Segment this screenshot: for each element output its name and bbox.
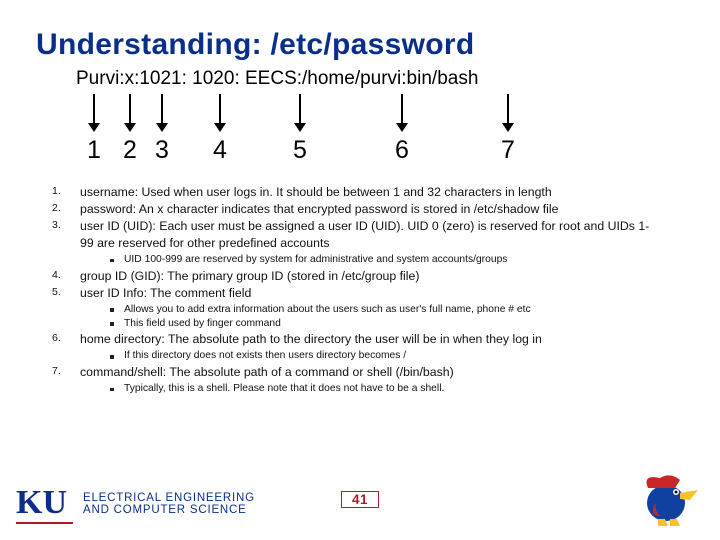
arrow-head xyxy=(214,123,226,132)
field-sublist: UID 100-999 are reserved by system for a… xyxy=(110,253,650,267)
arrow-head xyxy=(124,123,136,132)
field-arrow xyxy=(87,94,101,132)
field-item: command/shell: The absolute path of a co… xyxy=(52,364,650,396)
field-item-text: home directory: The absolute path to the… xyxy=(80,332,542,346)
field-item-text: user ID Info: The comment field xyxy=(80,286,251,300)
field-item: group ID (GID): The primary group ID (st… xyxy=(52,268,650,285)
field-subitem: UID 100-999 are reserved by system for a… xyxy=(110,253,650,267)
field-item: password: An x character indicates that … xyxy=(52,201,650,218)
field-item-text: user ID (UID): Each user must be assigne… xyxy=(80,219,649,250)
field-desc: : The comment field xyxy=(144,286,252,300)
field-number: 5 xyxy=(293,136,307,165)
field-number: 2 xyxy=(123,136,137,165)
arrow-shaft xyxy=(219,94,221,124)
footer: KU ELECTRICAL ENGINEERING AND COMPUTER S… xyxy=(0,468,720,534)
example-entry: Purvi:x:1021: 1020: EECS:/home/purvi:bin… xyxy=(76,68,478,90)
field-desc: : The absolute path of a command or shel… xyxy=(163,365,454,379)
field-item-text: password: An x character indicates that … xyxy=(80,202,558,216)
arrow-shaft xyxy=(299,94,301,124)
field-arrow xyxy=(123,94,137,132)
field-item-text: username: Used when user logs in. It sho… xyxy=(80,185,552,199)
field-list: username: Used when user logs in. It sho… xyxy=(52,184,650,396)
field-desc: : The primary group ID (stored in /etc/g… xyxy=(161,269,420,283)
arrow-shaft xyxy=(401,94,403,124)
field-item-text: group ID (GID): The primary group ID (st… xyxy=(80,269,419,283)
field-subitem: Typically, this is a shell. Please note … xyxy=(110,382,650,396)
field-sublist: If this directory does not exists then u… xyxy=(110,349,650,363)
field-item: home directory: The absolute path to the… xyxy=(52,331,650,363)
arrow-shaft xyxy=(93,94,95,124)
field-label: home directory xyxy=(80,332,161,346)
field-sublist: Allows you to add extra information abou… xyxy=(110,303,650,331)
field-desc: : Used when user logs in. It should be b… xyxy=(135,185,552,199)
field-subitem: If this directory does not exists then u… xyxy=(110,349,650,363)
arrow-head xyxy=(88,123,100,132)
field-item: username: Used when user logs in. It sho… xyxy=(52,184,650,201)
arrow-head xyxy=(502,123,514,132)
page-number: 41 xyxy=(341,491,379,508)
field-subitem: This field used by finger command xyxy=(110,317,650,331)
slide: Understanding: /etc/password Purvi:x:102… xyxy=(0,0,720,540)
field-arrow xyxy=(293,94,307,132)
field-number: 4 xyxy=(213,136,227,165)
field-label: username xyxy=(80,185,135,199)
arrow-head xyxy=(294,123,306,132)
ku-logo: KU ELECTRICAL ENGINEERING AND COMPUTER S… xyxy=(16,484,255,524)
ku-dept-text: ELECTRICAL ENGINEERING AND COMPUTER SCIE… xyxy=(83,492,255,516)
arrow-head xyxy=(156,123,168,132)
jayhawk-icon xyxy=(640,470,700,528)
field-number: 7 xyxy=(501,136,515,165)
arrow-head xyxy=(396,123,408,132)
field-desc: : The absolute path to the directory the… xyxy=(161,332,542,346)
passwd-diagram: Purvi:x:1021: 1020: EECS:/home/purvi:bin… xyxy=(76,68,652,176)
dept-line-2: AND COMPUTER SCIENCE xyxy=(83,504,255,516)
field-label: command/shell xyxy=(80,365,163,379)
field-desc: : An x character indicates that encrypte… xyxy=(133,202,559,216)
arrow-shaft xyxy=(507,94,509,124)
field-number: 1 xyxy=(87,136,101,165)
field-arrow xyxy=(213,94,227,132)
field-number: 3 xyxy=(155,136,169,165)
field-item-text: command/shell: The absolute path of a co… xyxy=(80,365,454,379)
slide-title: Understanding: /etc/password xyxy=(36,28,684,62)
ku-mark: KU xyxy=(16,484,73,524)
dept-line-1: ELECTRICAL ENGINEERING xyxy=(83,492,255,504)
field-desc: : Each user must be assigned a user ID (… xyxy=(80,219,649,250)
field-label: user ID Info xyxy=(80,286,144,300)
arrow-shaft xyxy=(129,94,131,124)
field-arrow xyxy=(155,94,169,132)
field-number: 6 xyxy=(395,136,409,165)
field-label: password xyxy=(80,202,133,216)
field-item: user ID (UID): Each user must be assigne… xyxy=(52,218,650,267)
arrow-shaft xyxy=(161,94,163,124)
field-label: user ID (UID) xyxy=(80,219,152,233)
field-arrow xyxy=(501,94,515,132)
field-item: user ID Info: The comment field Allows yo… xyxy=(52,285,650,331)
field-arrow xyxy=(395,94,409,132)
field-sublist: Typically, this is a shell. Please note … xyxy=(110,382,650,396)
field-subitem: Allows you to add extra information abou… xyxy=(110,303,650,317)
field-label: group ID (GID) xyxy=(80,269,161,283)
